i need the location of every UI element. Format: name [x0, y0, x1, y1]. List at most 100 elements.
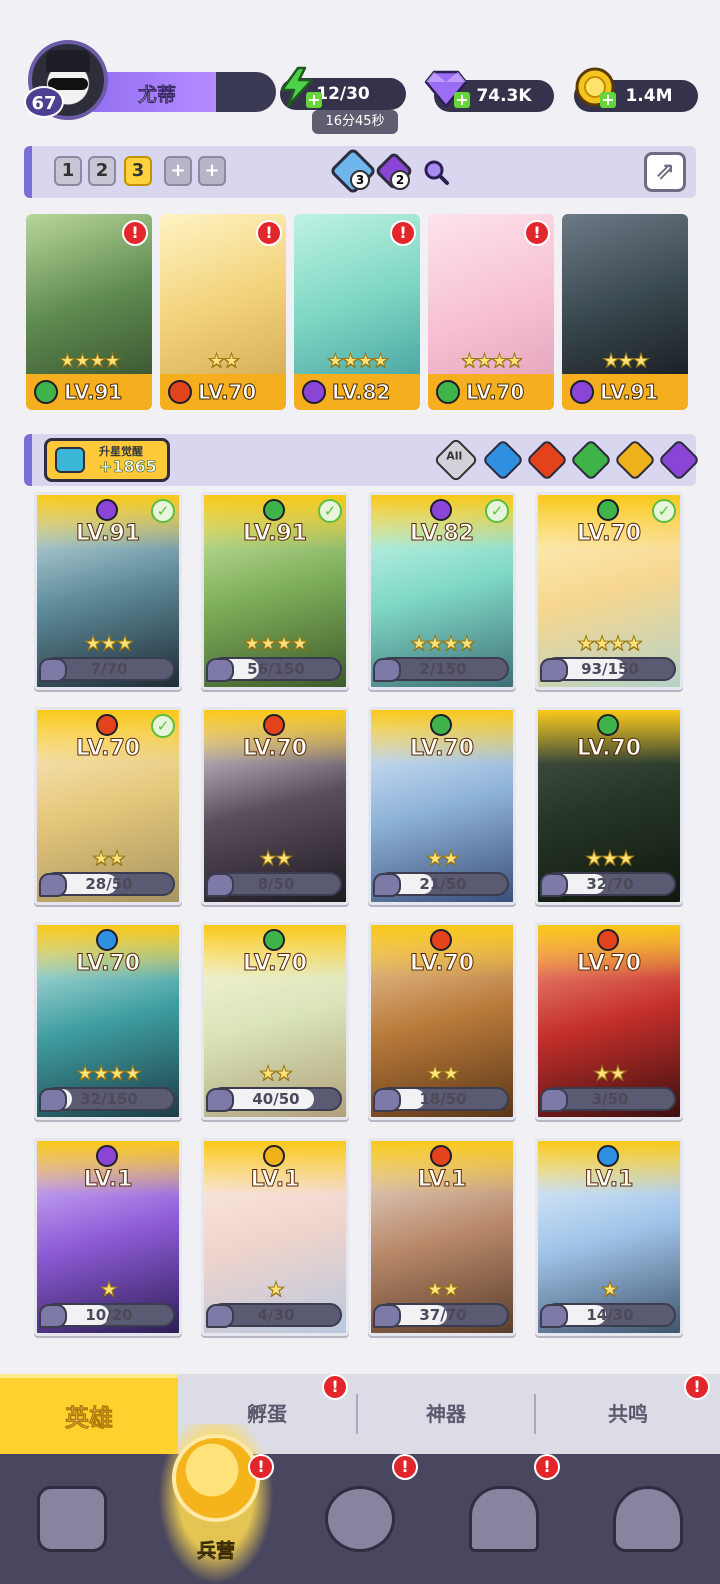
water-element-icon	[96, 929, 118, 951]
shard-icon	[373, 873, 401, 897]
add-gems-button[interactable]: +	[454, 92, 470, 108]
hero-level: LV.70	[242, 951, 308, 977]
awaken-button[interactable]: 升星觉醒 +1865	[44, 438, 170, 482]
team-hero-card[interactable]: ★★★ LV.91	[562, 214, 688, 410]
fire-element-icon	[168, 380, 192, 404]
team-slot-add-2[interactable]: +	[198, 156, 226, 186]
filter-all-button[interactable]: All	[433, 437, 479, 483]
hero-alert-icon: !	[256, 220, 282, 246]
wind-element-icon	[263, 499, 285, 521]
shard-icon	[540, 873, 568, 897]
shard-icon	[206, 1088, 234, 1112]
add-energy-button[interactable]: +	[306, 92, 322, 108]
hero-alert-icon: !	[524, 220, 550, 246]
hero-card[interactable]: ✓ LV.91 ★★★ 7/70	[34, 492, 182, 690]
energy-timer: 16分45秒	[312, 110, 398, 134]
bottom-nav: 兵营 ! ! !	[0, 1424, 720, 1584]
wind-element-icon	[34, 380, 58, 404]
hero-card[interactable]: LV.1 ★ 14/30	[535, 1138, 683, 1336]
wind-element-icon	[263, 929, 285, 951]
nav-map-book[interactable]: !	[288, 1454, 432, 1584]
hero-level: LV.1	[584, 1167, 634, 1193]
nav-cards[interactable]	[0, 1454, 144, 1584]
hero-stars: ★★★	[602, 350, 650, 373]
filter-light-icon[interactable]	[613, 438, 657, 482]
nav-barracks[interactable]: 兵营 !	[144, 1424, 288, 1584]
dark-element-icon	[96, 1145, 118, 1167]
hero-level: LV.70	[197, 380, 257, 405]
share-icon[interactable]: ⇗	[644, 152, 686, 192]
hero-stars: ★★	[593, 1061, 628, 1086]
add-coins-button[interactable]: +	[600, 92, 616, 108]
purple-crystal-count: 2	[390, 170, 410, 190]
hero-stars: ★★	[426, 846, 461, 871]
nav-temple[interactable]: !	[432, 1454, 576, 1584]
check-icon: ✓	[652, 499, 676, 523]
barracks-icon	[172, 1434, 260, 1522]
hero-level: LV.70	[576, 736, 642, 762]
hero-alert-icon: !	[122, 220, 148, 246]
hero-card[interactable]: ✓ LV.70 ★★ 28/50	[34, 707, 182, 905]
hero-stars: ★	[100, 1277, 119, 1302]
filter-water-icon[interactable]	[481, 438, 525, 482]
player-profile[interactable]: 尤蒂 67	[24, 40, 276, 120]
shard-icon	[39, 1304, 67, 1328]
hero-card[interactable]: LV.1 ★ 10/20	[34, 1138, 182, 1336]
hero-card[interactable]: LV.70 ★★ 40/50	[201, 922, 349, 1120]
team-slot-1[interactable]: 1	[54, 156, 82, 186]
shard-icon	[373, 1088, 401, 1112]
team-slot-2[interactable]: 2	[88, 156, 116, 186]
search-icon[interactable]	[422, 158, 450, 186]
shard-icon	[540, 1304, 568, 1328]
team-hero-card[interactable]: ★★★★ LV.70 !	[428, 214, 554, 410]
filter-bar: 升星觉醒 +1865 All	[24, 434, 701, 486]
hero-card[interactable]: LV.70 ★★ 8/50	[201, 707, 349, 905]
filter-fire-icon[interactable]	[525, 438, 569, 482]
team-hero-card[interactable]: ★★★★ LV.91 !	[26, 214, 152, 410]
team-hero-card[interactable]: ★★ LV.70 !	[160, 214, 286, 410]
cards-icon	[37, 1486, 107, 1552]
shard-icon	[206, 1304, 234, 1328]
hero-level: LV.70	[409, 951, 475, 977]
hero-card[interactable]: LV.70 ★★ 3/50	[535, 922, 683, 1120]
hero-level: LV.1	[417, 1167, 467, 1193]
hero-card[interactable]: ✓ LV.70 ★★★★ 93/150	[535, 492, 683, 690]
nav-mushroom[interactable]	[576, 1454, 720, 1584]
shard-icon	[540, 1088, 568, 1112]
hero-stars: ★★★★	[76, 1061, 143, 1086]
dark-element-icon	[570, 380, 594, 404]
tab-heroes[interactable]: 英雄	[0, 1374, 178, 1454]
team-slot-add-1[interactable]: +	[164, 156, 192, 186]
mushroom-icon	[613, 1486, 683, 1552]
hero-stars: ★★	[426, 1277, 461, 1302]
hero-stars: ★★★★	[326, 350, 389, 373]
hero-card[interactable]: LV.1 ★★ 37/70	[368, 1138, 516, 1336]
hero-level: LV.70	[75, 951, 141, 977]
hero-stars: ★★★	[585, 846, 636, 871]
hero-card[interactable]: ✓ LV.91 ★★★★ 56/150	[201, 492, 349, 690]
hero-stars: ★★	[426, 1061, 461, 1086]
hero-card[interactable]: ✓ LV.82 ★★★★ 2/150	[368, 492, 516, 690]
hero-card[interactable]: LV.70 ★★★ 32/70	[535, 707, 683, 905]
fire-element-icon	[430, 929, 452, 951]
hero-stars: ★★	[92, 846, 127, 871]
team-hero-card[interactable]: ★★★★ LV.82 !	[294, 214, 420, 410]
hero-level: LV.1	[250, 1167, 300, 1193]
check-icon: ✓	[151, 499, 175, 523]
shard-icon	[373, 1304, 401, 1328]
hero-card[interactable]: LV.70 ★★ 21/50	[368, 707, 516, 905]
wind-element-icon	[436, 380, 460, 404]
tab-artifacts[interactable]: 神器	[358, 1374, 534, 1454]
shard-icon	[540, 658, 568, 682]
hero-stars: ★★★★	[58, 350, 121, 373]
team-slot-3[interactable]: 3	[124, 156, 152, 186]
hero-card[interactable]: LV.70 ★★ 18/50	[368, 922, 516, 1120]
awaken-value: +1865	[99, 457, 158, 477]
filter-wind-icon[interactable]	[569, 438, 613, 482]
filter-dark-icon[interactable]	[657, 438, 701, 482]
hero-card[interactable]: LV.1 ★ 4/30	[201, 1138, 349, 1336]
wind-element-icon	[430, 714, 452, 736]
hero-card[interactable]: LV.70 ★★★★ 32/150	[34, 922, 182, 1120]
wind-element-icon	[597, 714, 619, 736]
light-element-icon	[263, 1145, 285, 1167]
